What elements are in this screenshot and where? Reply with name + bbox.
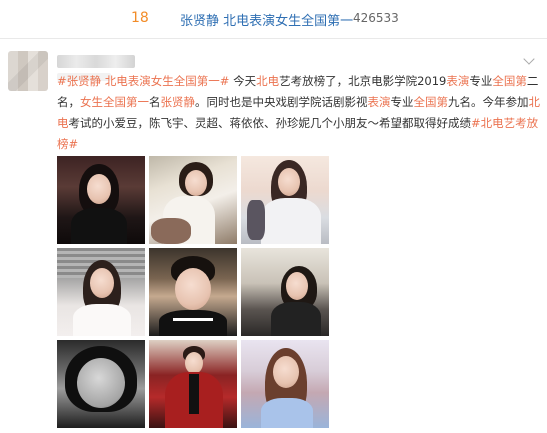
avatar[interactable] [8,51,48,91]
post-text-segment: 专业 [469,74,493,88]
hot-search-count: 426533 [353,11,399,25]
photo-6[interactable] [241,248,329,336]
photo-3[interactable] [241,156,329,244]
photo-1[interactable] [57,156,145,244]
photo-2[interactable] [149,156,237,244]
highlighted-keyword: 张贤静 [160,95,196,109]
photo-5[interactable] [149,248,237,336]
post-text-segment: 名 [149,95,161,109]
hot-rank: 18 [131,10,149,26]
hashtag-link[interactable]: #张贤静 北电表演女生全国第一# [57,74,229,88]
post-text-segment: 专业 [390,95,414,109]
hot-search-item[interactable]: 18 张贤静 北电表演女生全国第一 426533 [0,0,547,39]
post-text-segment: 九名。今年参加 [448,95,529,109]
weibo-post: #张贤静 北电表演女生全国第一# 今天北电艺考放榜了，北京电影学院2019表演专… [0,39,547,433]
photo-7[interactable] [57,340,145,428]
post-text: #张贤静 北电表演女生全国第一# 今天北电艺考放榜了，北京电影学院2019表演专… [57,71,541,155]
post-text-segment: 今天 [229,74,257,88]
chevron-down-icon[interactable] [523,53,535,65]
post-text-segment: 考试的小爱豆，陈飞宇、灵超、蒋依依、孙珍妮几个小朋友～希望都取得好成绩 [68,116,472,130]
highlighted-keyword: 表演 [446,74,470,88]
photo-9[interactable] [241,340,329,428]
highlighted-keyword: 北电 [256,74,280,88]
post-text-segment: 艺考放榜了，北京电影学院2019 [279,74,447,88]
hot-search-title-link[interactable]: 张贤静 北电表演女生全国第一 [180,10,353,29]
highlighted-keyword: 表演 [367,95,391,109]
post-text-segment: 。同时也是中央戏剧学院话剧影视 [195,95,368,109]
highlighted-keyword: 全国第 [413,95,449,109]
username-redacted [57,55,135,68]
highlighted-keyword: 女生全国第一 [80,95,149,109]
highlighted-keyword: 全国第 [492,74,527,88]
photo-4[interactable] [57,248,145,336]
photo-8[interactable] [149,340,237,428]
